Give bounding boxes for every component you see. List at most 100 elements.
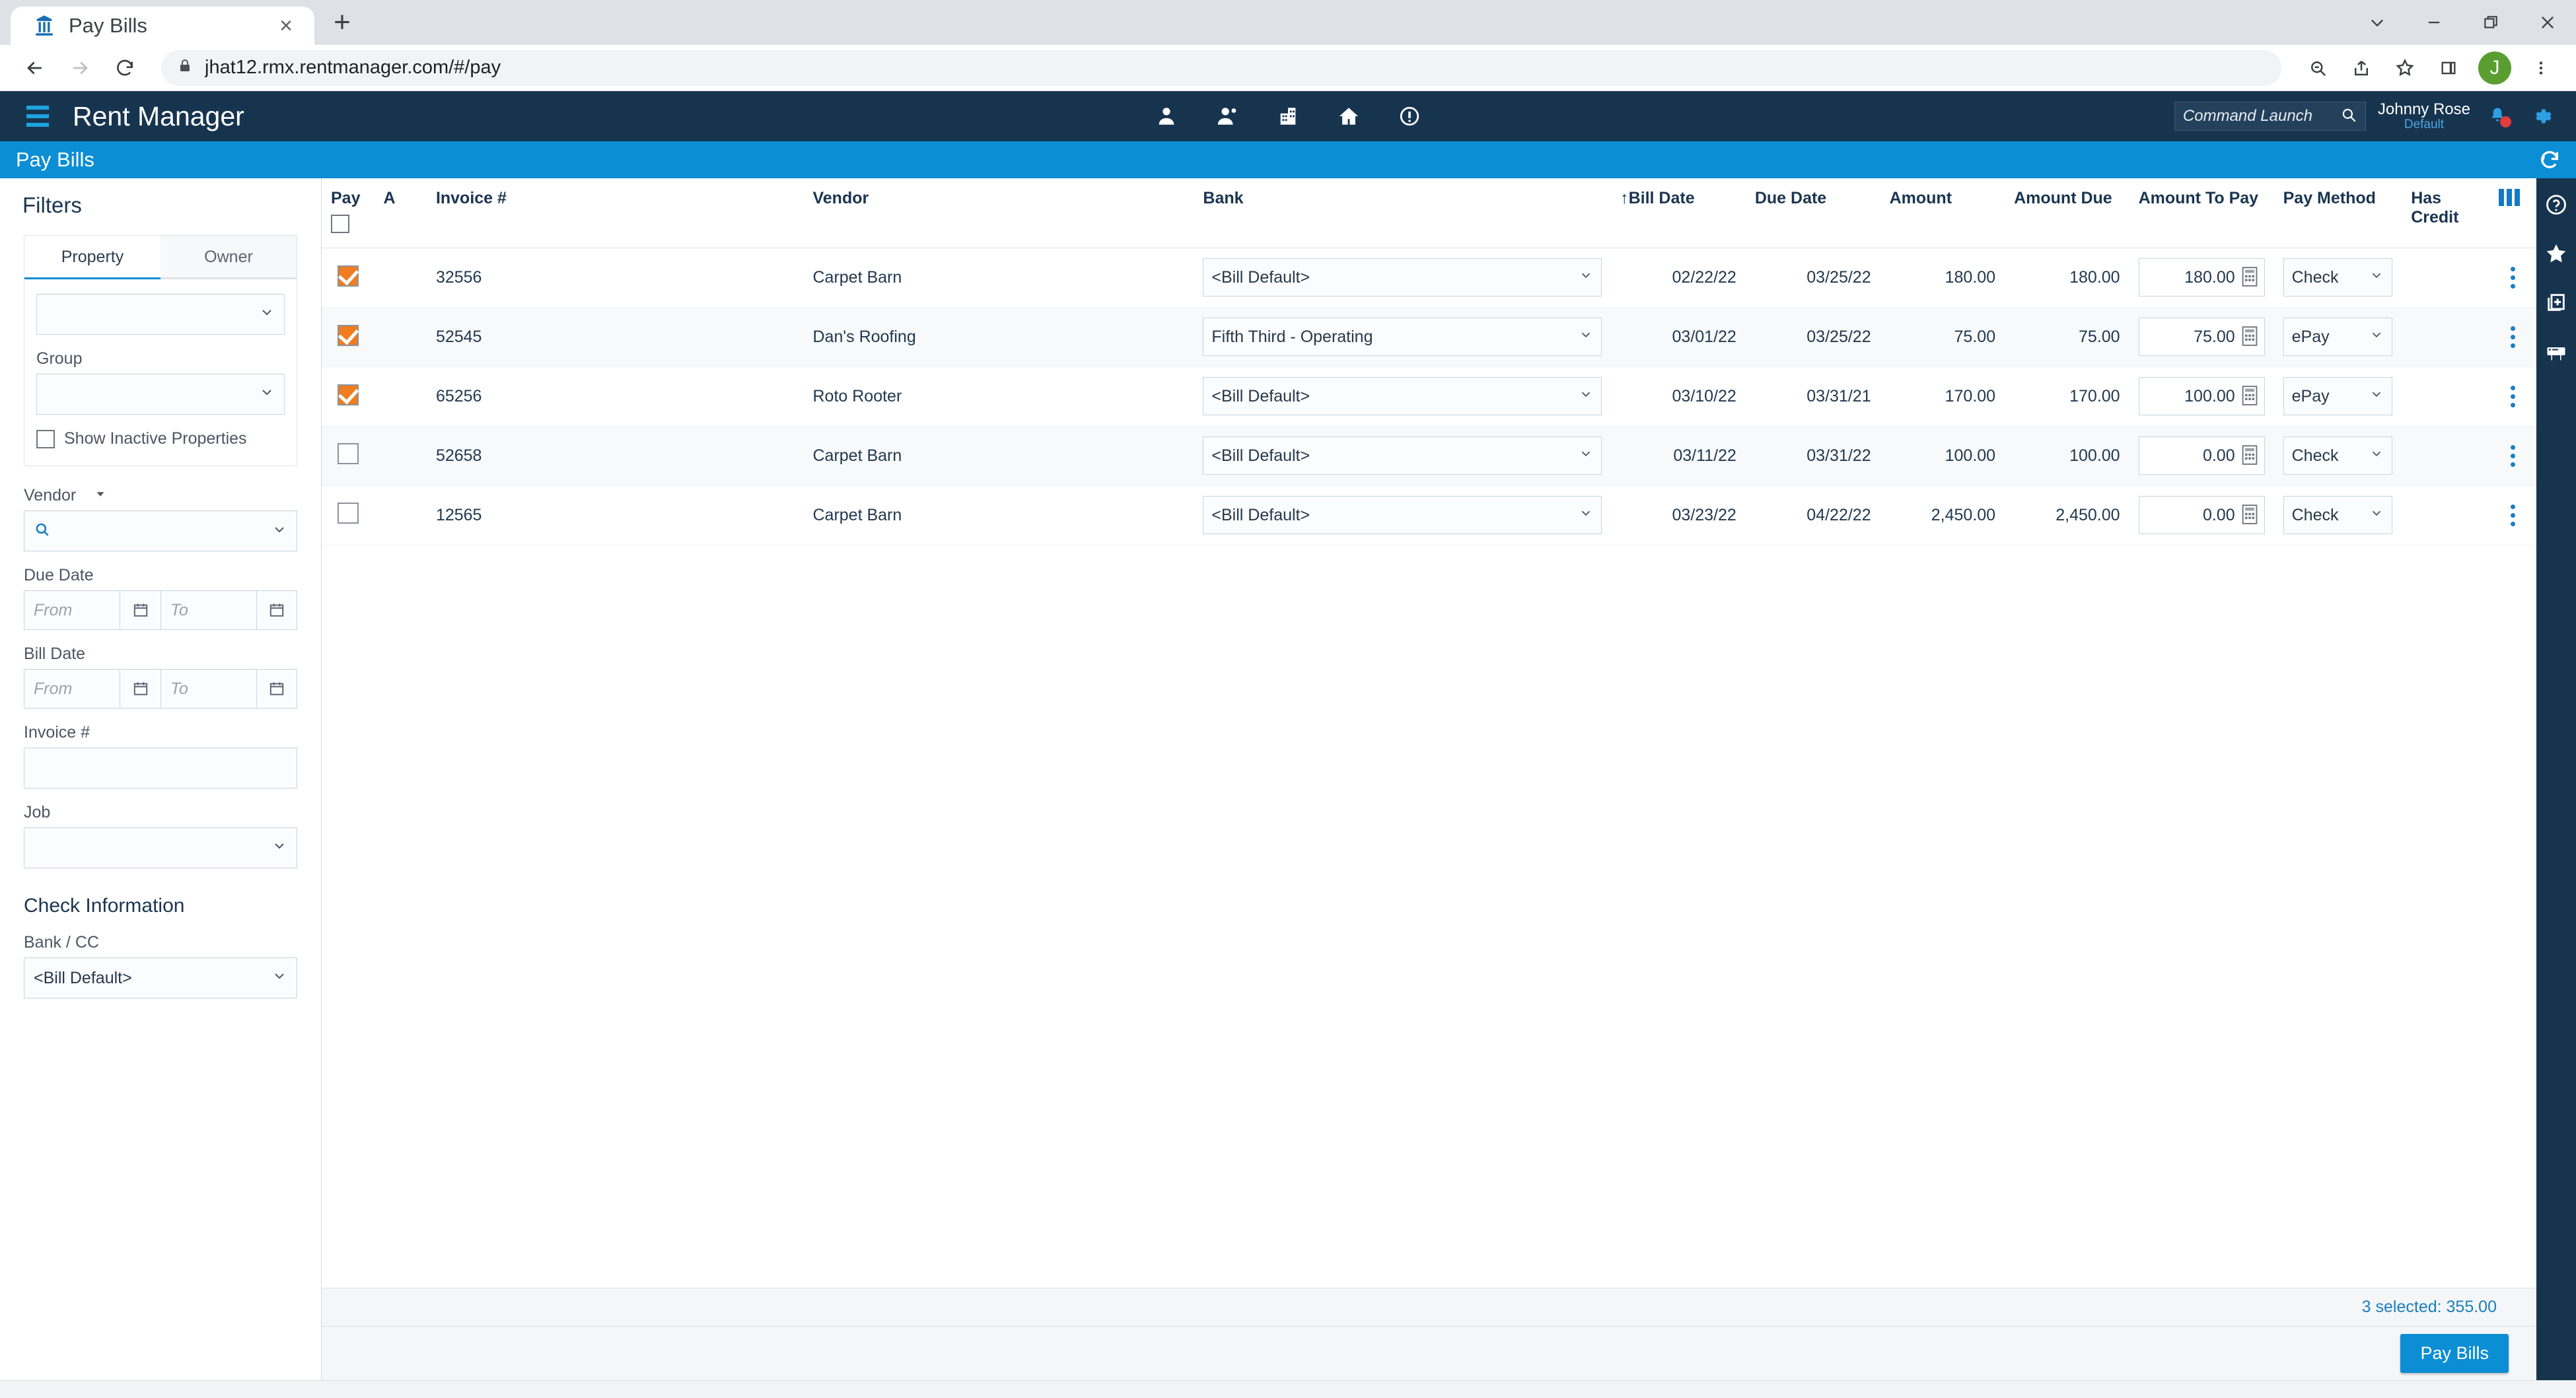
column-header-a[interactable]: A [374,178,427,248]
calendar-icon[interactable] [256,590,297,630]
row-pay-method-select[interactable]: ePay [2283,318,2393,357]
browser-menu-icon[interactable] [2521,48,2561,88]
calculator-icon[interactable] [2242,445,2259,466]
bill-date-from-input[interactable]: From [24,669,120,709]
row-menu-button[interactable] [2489,307,2536,367]
tab-property[interactable]: Property [24,236,161,279]
property-icon[interactable] [1271,99,1305,133]
show-inactive-properties-row[interactable]: Show Inactive Properties [36,429,285,448]
row-amount-to-pay-cell[interactable]: 0.00 [2129,485,2274,545]
forward-icon[interactable] [59,48,100,88]
refresh-icon[interactable] [2523,141,2576,178]
job-select[interactable] [24,827,297,868]
tab-owner[interactable]: Owner [161,236,297,279]
column-header-invoice[interactable]: Invoice # [426,178,804,248]
add-page-icon[interactable] [2542,288,2571,317]
home-icon[interactable] [1332,99,1366,133]
table-row[interactable]: 65256 Roto Rooter <Bill Default> 03/10/2… [322,367,2536,427]
row-pay-cell[interactable] [322,426,375,486]
row-pay-method-cell[interactable]: Check [2273,248,2402,308]
row-pay-cell[interactable] [322,307,375,367]
help-icon[interactable] [2542,190,2571,219]
row-amount-to-pay-cell[interactable]: 100.00 [2129,367,2274,427]
due-date-from-input[interactable]: From [24,590,120,630]
calculator-icon[interactable] [2242,505,2259,526]
bell-icon[interactable] [2482,101,2513,131]
row-pay-checkbox[interactable] [337,384,359,405]
row-bank-select[interactable]: Fifth Third - Operating [1203,318,1602,357]
row-pay-method-cell[interactable]: Check [2273,426,2402,486]
row-amount-to-pay-input[interactable]: 0.00 [2138,437,2265,475]
vendor-search-select[interactable] [24,510,297,551]
group-select[interactable] [36,374,285,415]
row-bank-cell[interactable]: <Bill Default> [1194,367,1612,427]
row-pay-checkbox[interactable] [337,442,359,464]
column-header-bank[interactable]: Bank [1194,178,1612,248]
column-header-bill-date[interactable]: ↑Bill Date [1611,178,1746,248]
row-bank-select[interactable]: <Bill Default> [1203,437,1602,475]
row-pay-cell[interactable] [322,248,375,308]
restore-icon[interactable] [2462,0,2519,45]
row-bank-cell[interactable]: <Bill Default> [1194,485,1612,545]
row-bank-cell[interactable]: Fifth Third - Operating [1194,307,1612,367]
chevron-down-icon[interactable] [2349,0,2406,45]
row-amount-to-pay-input[interactable]: 75.00 [2138,318,2265,357]
user-menu[interactable]: Johnny Rose Default [2378,101,2470,131]
column-header-amount-due[interactable]: Amount Due [2005,178,2129,248]
reload-icon[interactable] [104,48,145,88]
row-pay-method-cell[interactable]: Check [2273,485,2402,545]
column-header-vendor[interactable]: Vendor [803,178,1194,248]
row-amount-to-pay-cell[interactable]: 0.00 [2129,426,2274,486]
command-launch-input[interactable]: Command Launch [2174,102,2366,131]
side-panel-icon[interactable] [2428,48,2469,88]
pay-bills-button[interactable]: Pay Bills [2400,1334,2509,1373]
row-pay-cell[interactable] [322,367,375,427]
row-pay-method-cell[interactable]: ePay [2273,307,2402,367]
invoice-number-input[interactable] [24,748,297,788]
row-amount-to-pay-cell[interactable]: 75.00 [2129,307,2274,367]
calculator-icon[interactable] [2242,326,2259,347]
row-bank-cell[interactable]: <Bill Default> [1194,248,1612,308]
column-header-amount[interactable]: Amount [1880,178,2005,248]
new-tab-button[interactable]: + [322,3,362,42]
calendar-icon[interactable] [256,669,297,709]
row-pay-method-select[interactable]: ePay [2283,377,2393,416]
row-pay-method-select[interactable]: Check [2283,496,2393,535]
row-bank-cell[interactable]: <Bill Default> [1194,426,1612,486]
row-amount-to-pay-input[interactable]: 0.00 [2138,496,2265,535]
column-header-due-date[interactable]: Due Date [1745,178,1880,248]
row-menu-button[interactable] [2489,485,2536,545]
column-header-pay-method[interactable]: Pay Method [2273,178,2402,248]
row-pay-method-select[interactable]: Check [2283,437,2393,475]
show-inactive-properties-checkbox[interactable] [36,429,55,448]
select-all-checkbox[interactable] [331,214,349,233]
row-bank-select[interactable]: <Bill Default> [1203,496,1602,535]
bill-date-to-input[interactable]: To [161,669,256,709]
table-row[interactable]: 32556 Carpet Barn <Bill Default> 02/22/2… [322,248,2536,308]
calendar-icon[interactable] [120,669,161,709]
calculator-icon[interactable] [2242,267,2259,288]
browser-tab[interactable]: Pay Bills × [11,7,314,45]
star-icon[interactable] [2384,48,2425,88]
column-header-amount-to-pay[interactable]: Amount To Pay [2129,178,2274,248]
row-menu-button[interactable] [2489,426,2536,486]
row-pay-checkbox[interactable] [337,265,359,287]
prospect-icon[interactable] [1210,99,1244,133]
due-date-to-input[interactable]: To [161,590,256,630]
column-header-has-credit[interactable]: Has Credit [2402,178,2489,248]
profile-avatar[interactable]: J [2478,51,2511,85]
share-icon[interactable] [2341,48,2382,88]
print-icon[interactable] [2542,337,2571,366]
table-row[interactable]: 52545 Dan's Roofing Fifth Third - Operat… [322,307,2536,367]
row-bank-select[interactable]: <Bill Default> [1203,377,1602,416]
favorite-star-icon[interactable] [2542,239,2571,268]
menu-icon[interactable] [15,91,61,141]
close-icon[interactable]: × [272,12,300,40]
zoom-out-icon[interactable] [2297,48,2338,88]
column-header-pay[interactable]: Pay [322,178,375,248]
row-pay-checkbox[interactable] [337,325,359,346]
row-pay-method-cell[interactable]: ePay [2273,367,2402,427]
back-icon[interactable] [15,48,55,88]
column-settings-button[interactable] [2489,178,2536,248]
gear-icon[interactable] [2524,99,2559,133]
